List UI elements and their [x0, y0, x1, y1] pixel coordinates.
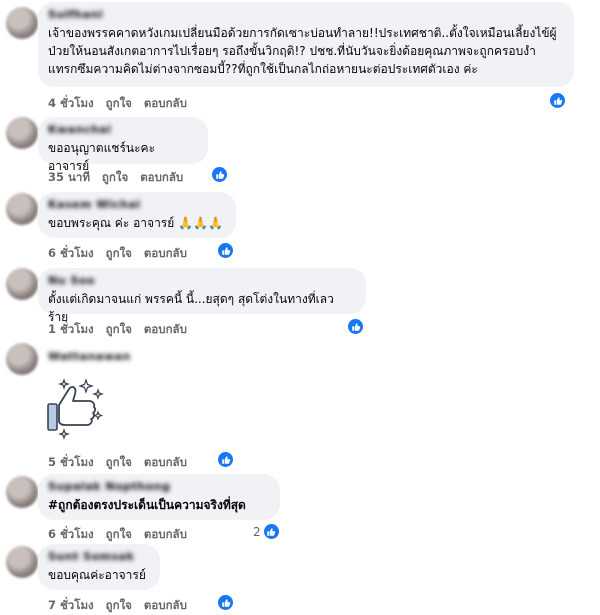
like-icon: [217, 242, 234, 259]
like-icon: [211, 166, 228, 183]
like-icon: [217, 594, 234, 611]
reply-button[interactable]: ตอบกลับ: [144, 526, 187, 544]
reaction-summary[interactable]: [211, 166, 230, 183]
comment-author[interactable]: Sunt Somsak: [48, 550, 148, 563]
reply-button[interactable]: ตอบกลับ: [144, 597, 187, 615]
like-button[interactable]: ถูกใจ: [106, 321, 132, 339]
like-button[interactable]: ถูกใจ: [102, 169, 128, 187]
comment-author[interactable]: Kasem Wichai: [48, 198, 224, 211]
reaction-summary[interactable]: [217, 451, 236, 468]
like-button[interactable]: ถูกใจ: [106, 597, 132, 615]
comment-time[interactable]: 35 นาที: [48, 169, 90, 187]
reaction-summary[interactable]: [549, 92, 568, 109]
avatar[interactable]: [6, 7, 38, 39]
comment-time[interactable]: 5 ชั่วโมง: [48, 454, 94, 472]
reply-button[interactable]: ตอบกลับ: [140, 169, 183, 187]
reply-button[interactable]: ตอบกลับ: [144, 245, 187, 263]
reply-button[interactable]: ตอบกลับ: [144, 95, 187, 113]
avatar[interactable]: [6, 546, 38, 578]
comment-author[interactable]: Supalak Nopthong: [48, 480, 268, 493]
comment-bubble: Supalak Nopthong #ถูกต้องตรงประเด็นเป็นค…: [38, 474, 280, 520]
comment-actions: 6 ชั่วโมง ถูกใจ ตอบกลับ: [48, 526, 187, 544]
reaction-summary[interactable]: [217, 242, 236, 259]
comment-author[interactable]: Wattanawan: [48, 350, 131, 363]
reaction-count: 2: [253, 524, 261, 539]
like-button[interactable]: ถูกใจ: [106, 454, 132, 472]
like-button[interactable]: ถูกใจ: [106, 245, 132, 263]
avatar[interactable]: [6, 117, 38, 149]
comment-actions: 35 นาที ถูกใจ ตอบกลับ: [48, 169, 183, 187]
comment-actions: 1 ชั่วโมง ถูกใจ ตอบกลับ: [48, 321, 187, 339]
avatar[interactable]: [6, 268, 38, 300]
comment-text: เจ้าของพรรคคาดหวังเกมเปลี่ยนมือด้วยการกั…: [48, 26, 557, 76]
comment-actions: 5 ชั่วโมง ถูกใจ ตอบกลับ: [48, 454, 187, 472]
comment-author[interactable]: Kwanchai: [48, 123, 196, 136]
like-button[interactable]: ถูกใจ: [106, 95, 132, 113]
reply-button[interactable]: ตอบกลับ: [144, 454, 187, 472]
avatar[interactable]: [6, 476, 38, 508]
comment-actions: 4 ชั่วโมง ถูกใจ ตอบกลับ: [48, 95, 187, 113]
like-icon: [549, 92, 566, 109]
comment-author[interactable]: Sulfhani: [48, 8, 562, 21]
comment-bubble: Sunt Somsak ขอบคุณค่ะอาจารย์: [38, 544, 160, 590]
comment-time[interactable]: 7 ชั่วโมง: [48, 597, 94, 615]
thumbs-up-sparkle-sticker: [47, 378, 104, 440]
reaction-summary[interactable]: [347, 318, 366, 335]
comment-text: ขอบพระคุณ ค่ะ อาจารย์ 🙏🙏🙏: [48, 216, 223, 230]
like-icon: [262, 523, 280, 540]
comment-bubble: Kasem Wichai ขอบพระคุณ ค่ะ อาจารย์ 🙏🙏🙏: [38, 192, 236, 238]
avatar[interactable]: [6, 193, 38, 225]
comment-text: #ถูกต้องตรงประเด็นเป็นความจริงที่สุด: [48, 498, 246, 512]
comment-bubble: Sulfhani เจ้าของพรรคคาดหวังเกมเปลี่ยนมือ…: [38, 2, 574, 87]
comment-actions: 7 ชั่วโมง ถูกใจ ตอบกลับ: [48, 597, 187, 615]
avatar[interactable]: [6, 343, 38, 375]
like-button[interactable]: ถูกใจ: [106, 526, 132, 544]
like-icon: [347, 318, 364, 335]
reaction-summary[interactable]: [217, 594, 236, 611]
like-icon: [217, 451, 234, 468]
comment-time[interactable]: 6 ชั่วโมง: [48, 245, 94, 263]
comment-actions: 6 ชั่วโมง ถูกใจ ตอบกลับ: [48, 245, 187, 263]
comment-time[interactable]: 6 ชั่วโมง: [48, 526, 94, 544]
comment-text: ขอบคุณค่ะอาจารย์: [48, 568, 146, 582]
comment-author[interactable]: Nu Soo: [48, 274, 354, 287]
comment-time[interactable]: 1 ชั่วโมง: [48, 321, 94, 339]
reaction-summary[interactable]: 2: [253, 523, 280, 540]
comment-bubble: Kwanchai ขออนุญาตแชร์นะคะอาจารย์: [38, 117, 208, 173]
comment-bubble: Nu Soo ตั้งแต่เกิดมาจนแก่ พรรคนี้ นี้...…: [38, 268, 366, 324]
comment-time[interactable]: 4 ชั่วโมง: [48, 95, 94, 113]
reply-button[interactable]: ตอบกลับ: [144, 321, 187, 339]
